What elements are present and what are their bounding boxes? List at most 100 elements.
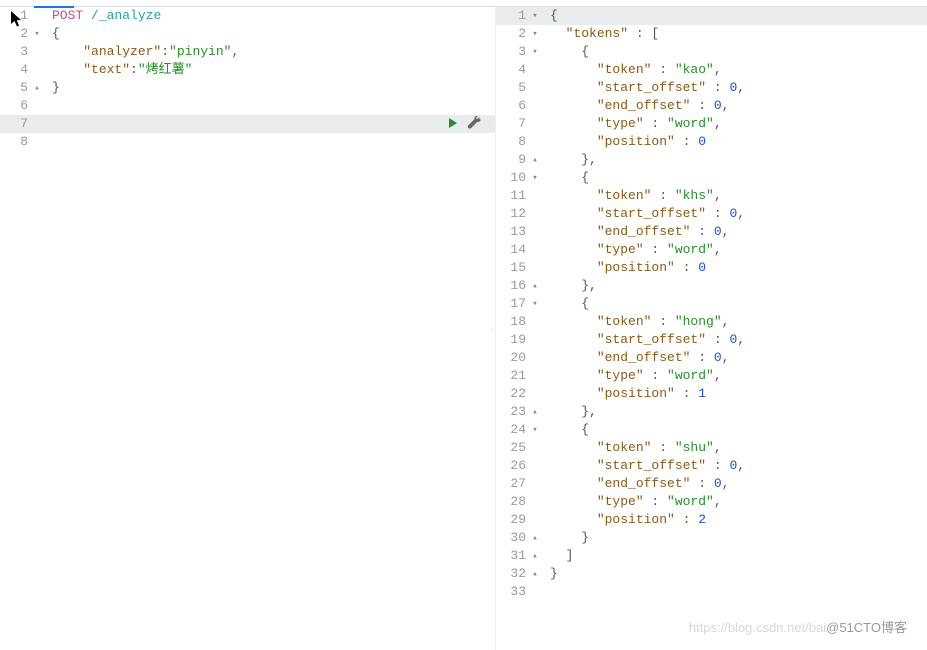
response-line[interactable]: 8 "position" : 0 [496,133,927,151]
response-line[interactable]: 29 "position" : 2 [496,511,927,529]
response-line[interactable]: 4 "token" : "kao", [496,61,927,79]
code-content[interactable]: "tokens" : [ [542,25,927,43]
fold-toggle-icon[interactable]: ▴ [528,403,542,421]
code-content[interactable]: "end_offset" : 0, [542,223,927,241]
fold-toggle-icon[interactable]: ▴ [528,547,542,565]
code-content[interactable]: "analyzer":"pinyin", [44,43,495,61]
code-content[interactable]: "position" : 1 [542,385,927,403]
code-content[interactable]: "start_offset" : 0, [542,79,927,97]
response-line[interactable]: 25 "token" : "shu", [496,439,927,457]
code-content[interactable]: } [542,529,927,547]
code-content[interactable]: { [542,43,927,61]
response-line[interactable]: 16▴ }, [496,277,927,295]
fold-toggle-icon[interactable]: ▾ [528,25,542,43]
response-line[interactable]: 20 "end_offset" : 0, [496,349,927,367]
response-line[interactable]: 17▾ { [496,295,927,313]
code-content[interactable]: "start_offset" : 0, [542,331,927,349]
request-line[interactable]: 5▴} [0,79,495,97]
request-line[interactable]: 4 "text":"烤红薯" [0,61,495,79]
fold-toggle-icon[interactable]: ▾ [528,7,542,25]
response-line[interactable]: 5 "start_offset" : 0, [496,79,927,97]
code-content[interactable]: "token" : "khs", [542,187,927,205]
request-line[interactable]: 8 [0,133,495,151]
response-line[interactable]: 30▴ } [496,529,927,547]
fold-toggle-icon[interactable]: ▴ [528,529,542,547]
code-content[interactable]: "position" : 0 [542,259,927,277]
code-content[interactable]: }, [542,277,927,295]
request-line[interactable]: 1POST /_analyze [0,7,495,25]
response-line[interactable]: 21 "type" : "word", [496,367,927,385]
code-content[interactable]: "type" : "word", [542,241,927,259]
response-line[interactable]: 9▴ }, [496,151,927,169]
fold-toggle-icon[interactable]: ▴ [528,565,542,583]
request-editor-pane[interactable]: 1POST /_analyze2▾{3 "analyzer":"pinyin",… [0,7,496,650]
response-line[interactable]: 7 "type" : "word", [496,115,927,133]
response-line[interactable]: 3▾ { [496,43,927,61]
settings-wrench-icon[interactable] [467,116,481,130]
code-content[interactable]: ] [542,547,927,565]
response-editor-pane[interactable]: 1▾{2▾ "tokens" : [3▾ {4 "token" : "kao",… [496,7,927,650]
response-line[interactable]: 6 "end_offset" : 0, [496,97,927,115]
pane-resize-handle[interactable]: ⋮ [488,325,496,333]
code-content[interactable]: POST /_analyze [44,7,495,25]
request-line[interactable]: 7 [0,115,495,133]
response-line[interactable]: 11 "token" : "khs", [496,187,927,205]
code-content[interactable]: } [542,565,927,583]
response-line[interactable]: 15 "position" : 0 [496,259,927,277]
response-line[interactable]: 12 "start_offset" : 0, [496,205,927,223]
fold-toggle-icon[interactable]: ▴ [528,277,542,295]
fold-toggle-icon[interactable]: ▾ [528,421,542,439]
code-content[interactable]: "start_offset" : 0, [542,205,927,223]
code-content[interactable]: { [542,295,927,313]
fold-toggle-icon[interactable]: ▴ [30,79,44,97]
code-content[interactable] [44,115,495,133]
code-content[interactable]: "type" : "word", [542,367,927,385]
response-line[interactable]: 28 "type" : "word", [496,493,927,511]
code-content[interactable] [44,133,495,151]
response-line[interactable]: 10▾ { [496,169,927,187]
code-content[interactable]: { [44,25,495,43]
code-content[interactable] [542,583,927,601]
code-content[interactable]: "end_offset" : 0, [542,475,927,493]
response-line[interactable]: 23▴ }, [496,403,927,421]
response-line[interactable]: 2▾ "tokens" : [ [496,25,927,43]
response-line[interactable]: 22 "position" : 1 [496,385,927,403]
code-content[interactable]: "position" : 0 [542,133,927,151]
fold-toggle-icon[interactable]: ▾ [528,43,542,61]
response-line[interactable]: 33 [496,583,927,601]
code-content[interactable]: } [44,79,495,97]
code-content[interactable] [44,97,495,115]
fold-toggle-icon[interactable]: ▾ [30,25,44,43]
request-line[interactable]: 6 [0,97,495,115]
code-content[interactable]: }, [542,403,927,421]
code-content[interactable]: "start_offset" : 0, [542,457,927,475]
code-content[interactable]: "type" : "word", [542,115,927,133]
response-line[interactable]: 14 "type" : "word", [496,241,927,259]
response-line[interactable]: 1▾{ [496,7,927,25]
code-content[interactable]: }, [542,151,927,169]
response-line[interactable]: 18 "token" : "hong", [496,313,927,331]
code-content[interactable]: "text":"烤红薯" [44,61,495,79]
code-content[interactable]: "token" : "hong", [542,313,927,331]
fold-toggle-icon[interactable]: ▴ [528,151,542,169]
code-content[interactable]: { [542,7,927,25]
run-request-icon[interactable] [447,117,459,129]
response-line[interactable]: 31▴ ] [496,547,927,565]
response-line[interactable]: 24▾ { [496,421,927,439]
request-line[interactable]: 3 "analyzer":"pinyin", [0,43,495,61]
response-line[interactable]: 26 "start_offset" : 0, [496,457,927,475]
code-content[interactable]: "position" : 2 [542,511,927,529]
code-content[interactable]: { [542,421,927,439]
code-content[interactable]: "type" : "word", [542,493,927,511]
request-line[interactable]: 2▾{ [0,25,495,43]
code-content[interactable]: "end_offset" : 0, [542,97,927,115]
fold-toggle-icon[interactable]: ▾ [528,169,542,187]
response-line[interactable]: 13 "end_offset" : 0, [496,223,927,241]
response-line[interactable]: 19 "start_offset" : 0, [496,331,927,349]
response-line[interactable]: 27 "end_offset" : 0, [496,475,927,493]
code-content[interactable]: { [542,169,927,187]
fold-toggle-icon[interactable]: ▾ [528,295,542,313]
response-line[interactable]: 32▴} [496,565,927,583]
code-content[interactable]: "token" : "kao", [542,61,927,79]
code-content[interactable]: "end_offset" : 0, [542,349,927,367]
